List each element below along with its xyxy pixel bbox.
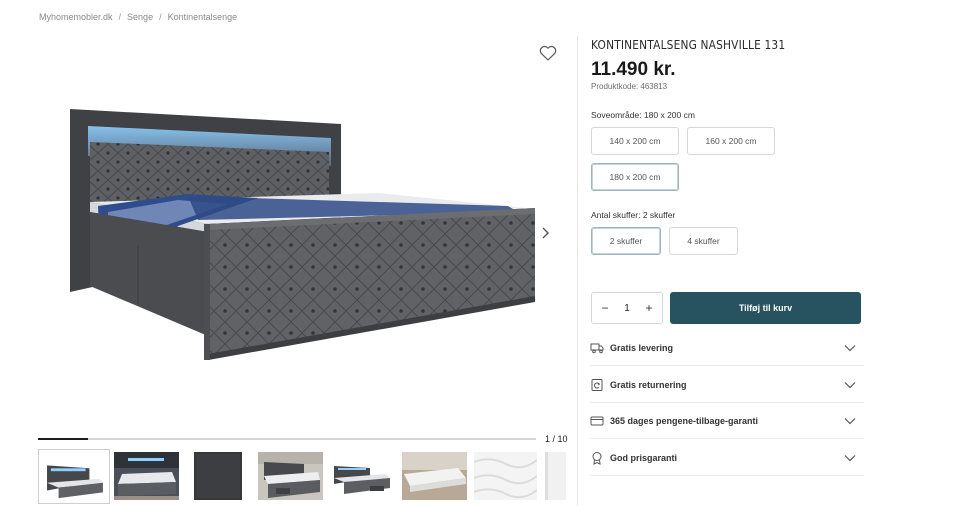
accordion-price-guarantee[interactable]: God prisgaranti: [590, 440, 864, 476]
add-to-cart-button[interactable]: Tilføj til kurv: [670, 292, 861, 324]
drawers-label: Antal skuffer: 2 skuffer: [591, 210, 676, 220]
thumbnail-6[interactable]: [402, 452, 467, 500]
thumbnail-7[interactable]: [474, 452, 537, 500]
chevron-down-icon: [844, 344, 856, 351]
drawer-option-2[interactable]: 2 skuffer: [591, 227, 661, 255]
quantity-value[interactable]: 1: [624, 303, 630, 314]
quantity-stepper: − 1 +: [591, 292, 663, 324]
gallery-progress-bar: [38, 438, 536, 440]
breadcrumb-home-link[interactable]: Myhomemobler.dk: [39, 12, 113, 22]
thumbnail-3[interactable]: [194, 452, 242, 500]
accordion-money-back-guarantee[interactable]: 365 dages pengene-tilbage-garanti: [590, 403, 864, 439]
product-sku: Produktkode: 463813: [591, 82, 668, 91]
accordion-label: God prisgaranti: [610, 452, 678, 463]
gallery-progress-fill: [38, 438, 88, 440]
return-icon: [590, 378, 604, 392]
card-icon: [590, 414, 604, 428]
accordion-free-delivery[interactable]: Gratis levering: [590, 330, 864, 366]
breadcrumb-separator: /: [118, 12, 122, 22]
size-option-180x200[interactable]: 180 x 200 cm: [591, 163, 679, 191]
chevron-down-icon: [844, 454, 856, 461]
breadcrumb-senge-link[interactable]: Senge: [127, 12, 153, 22]
sleeping-area-label: Soveområde: 180 x 200 cm: [591, 110, 695, 120]
gallery-counter: 1 / 10: [545, 434, 568, 444]
drawer-option-4[interactable]: 4 skuffer: [669, 227, 738, 255]
quantity-increase-button[interactable]: +: [644, 301, 654, 315]
gallery-next-chevron-right-icon[interactable]: [538, 224, 552, 242]
badge-icon: [590, 451, 604, 465]
truck-icon: [590, 341, 604, 355]
product-main-image[interactable]: [38, 36, 566, 436]
product-price: 11.490 kr.: [591, 59, 676, 80]
thumbnail-1[interactable]: [38, 449, 110, 504]
thumbnail-2[interactable]: [114, 452, 179, 500]
breadcrumb: Myhomemobler.dk / Senge / Kontinentalsen…: [39, 12, 237, 22]
thumbnail-5[interactable]: [330, 452, 394, 500]
accordion-label: Gratis levering: [610, 342, 674, 353]
accordion-label: Gratis returnering: [610, 379, 687, 390]
thumbnail-4[interactable]: [258, 452, 323, 500]
column-divider: [577, 36, 578, 506]
bed-illustration: [70, 109, 535, 360]
wishlist-heart-icon[interactable]: [539, 45, 557, 61]
quantity-decrease-button[interactable]: −: [600, 301, 610, 315]
breadcrumb-separator: /: [159, 12, 162, 22]
chevron-down-icon: [844, 417, 856, 424]
breadcrumb-kontinentalsenge-link[interactable]: Kontinentalsenge: [168, 12, 238, 22]
accordion-free-returns[interactable]: Gratis returnering: [590, 367, 864, 403]
thumbnail-8[interactable]: [545, 452, 566, 500]
accordion-label: 365 dages pengene-tilbage-garanti: [610, 415, 759, 426]
size-option-140x200[interactable]: 140 x 200 cm: [591, 127, 679, 155]
product-title: KONTINENTALSENG NASHVILLE 131: [591, 37, 786, 52]
thumbnail-strip: [38, 449, 566, 505]
size-option-160x200[interactable]: 160 x 200 cm: [687, 127, 775, 155]
chevron-down-icon: [844, 381, 856, 388]
